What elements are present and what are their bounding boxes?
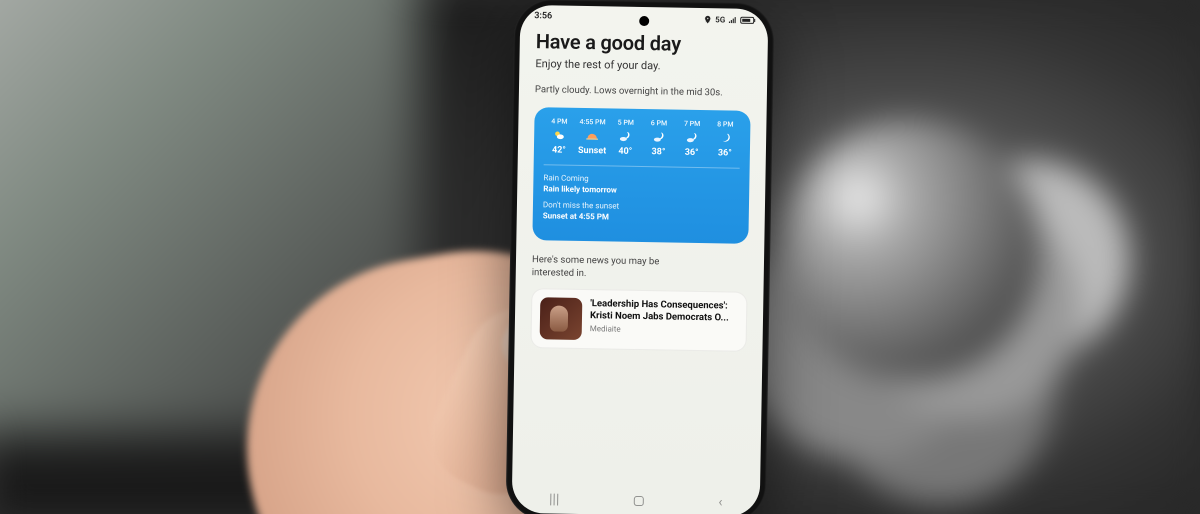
android-nav-bar: ||| ‹ [512, 485, 760, 514]
page-subtitle: Enjoy the rest of your day. [535, 57, 751, 74]
location-icon [703, 15, 712, 24]
partly-sunny-icon [552, 128, 566, 142]
news-intro: Here's some news you may be interested i… [532, 254, 702, 283]
status-time: 3:56 [534, 11, 552, 21]
page-title: Have a good day [536, 29, 752, 57]
network-label: 5G [715, 15, 725, 24]
hour-value: 38° [651, 147, 665, 157]
news-thumbnail [540, 297, 583, 340]
hour-time: 8 PM [717, 120, 733, 128]
moon-cloud-icon [685, 131, 699, 145]
hour-value: 36° [685, 148, 699, 158]
news-card[interactable]: 'Leadership Has Consequences': Kristi No… [530, 288, 747, 352]
hour-time: 5 PM [618, 118, 634, 126]
news-title: 'Leadership Has Consequences': Kristi No… [590, 298, 738, 324]
hour-slot: 7 PM 36° [677, 119, 708, 158]
hour-value: 36° [718, 148, 732, 158]
nav-recents-button[interactable]: ||| [549, 491, 560, 507]
hour-time: 6 PM [651, 119, 667, 127]
hour-slot: 4 PM 42° [544, 117, 575, 156]
nav-back-button[interactable]: ‹ [718, 494, 722, 510]
hour-slot: 8 PM 36° [710, 120, 741, 159]
hour-time: 4:55 PM [579, 118, 605, 126]
hourly-forecast-row: 4 PM 42° 4:55 PM Sunset 5 PM 40° [544, 117, 741, 158]
hour-slot: 6 PM 38° [643, 119, 674, 158]
divider [544, 164, 740, 168]
hour-value: 42° [552, 145, 566, 155]
hour-value: 40° [618, 146, 632, 156]
sunset-icon [585, 129, 599, 143]
briefing-content[interactable]: Have a good day Enjoy the rest of your d… [514, 23, 768, 352]
weather-card[interactable]: 4 PM 42° 4:55 PM Sunset 5 PM 40° [532, 107, 750, 244]
phone-screen: 3:56 5G Have a good day Enjoy the rest o… [512, 5, 769, 514]
forecast-summary: Partly cloudy. Lows overnight in the mid… [535, 84, 735, 100]
battery-icon [740, 16, 754, 23]
moon-cloud-icon [618, 129, 632, 143]
hour-time: 4 PM [551, 117, 567, 125]
nav-home-button[interactable] [634, 496, 644, 506]
moon-cloud-icon [652, 130, 666, 144]
hour-value: Sunset [578, 146, 606, 156]
hour-slot: 5 PM 40° [610, 118, 641, 157]
status-right: 5G [703, 15, 754, 25]
phone-frame: 3:56 5G Have a good day Enjoy the rest o… [505, 0, 774, 514]
weather-alert: Rain Coming Rain likely tomorrow [543, 173, 739, 198]
hour-slot: 4:55 PM Sunset [577, 118, 608, 157]
news-body: 'Leadership Has Consequences': Kristi No… [590, 298, 739, 336]
news-source: Mediaite [590, 325, 738, 337]
hour-time: 7 PM [684, 120, 700, 128]
weather-alert: Don't miss the sunset Sunset at 4:55 PM [543, 201, 739, 226]
camera-punch-hole [639, 16, 649, 26]
moon-icon [718, 131, 732, 145]
signal-icon [728, 15, 737, 24]
